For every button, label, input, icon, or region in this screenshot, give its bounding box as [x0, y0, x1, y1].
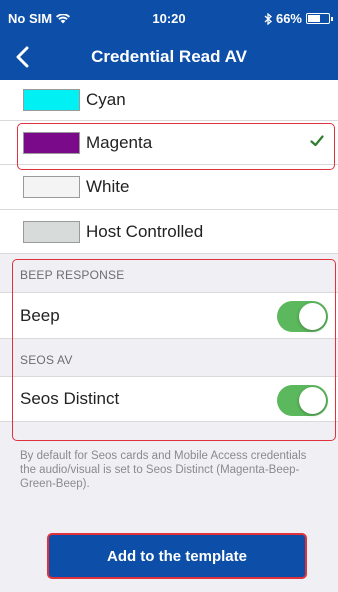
battery-level	[308, 15, 320, 22]
back-button[interactable]	[4, 38, 40, 76]
color-swatch	[23, 176, 80, 198]
toggle-knob	[299, 303, 326, 330]
toggle-knob	[299, 387, 326, 414]
color-option-host-controlled[interactable]: Host Controlled	[0, 210, 338, 254]
color-option-white[interactable]: White	[0, 165, 338, 210]
color-swatch	[23, 220, 80, 243]
color-option-list: Cyan Magenta White Host Controlled BEEP …	[0, 80, 338, 422]
section-header-seos-av: SEOS AV	[0, 339, 338, 376]
color-option-label: White	[86, 177, 130, 196]
beep-label: Beep	[20, 305, 60, 325]
section-header-beep-response: BEEP RESPONSE	[0, 254, 338, 292]
app-screen: No SIM 10:20 66% Credential Read AV Cyan…	[0, 0, 338, 592]
status-bar: No SIM 10:20 66%	[0, 0, 338, 34]
beep-row: Beep	[0, 292, 338, 339]
nav-bar: Credential Read AV	[0, 38, 338, 76]
color-swatch	[23, 89, 80, 111]
battery-icon	[306, 13, 333, 24]
color-option-label: Cyan	[86, 90, 126, 109]
checkmark-icon	[310, 135, 324, 147]
color-option-label: Magenta	[86, 132, 153, 152]
bluetooth-icon	[264, 12, 272, 25]
color-swatch	[23, 131, 80, 154]
color-option-magenta[interactable]: Magenta	[0, 121, 338, 165]
seos-distinct-row: Seos Distinct	[0, 376, 338, 422]
page-title: Credential Read AV	[91, 47, 247, 66]
chevron-left-icon	[16, 46, 28, 68]
header: No SIM 10:20 66% Credential Read AV	[0, 0, 338, 80]
battery-percent: 66%	[275, 11, 302, 26]
seos-distinct-toggle[interactable]	[277, 385, 328, 416]
beep-toggle[interactable]	[277, 301, 328, 332]
add-to-template-button[interactable]: Add to the template	[47, 533, 307, 579]
color-option-cyan[interactable]: Cyan	[0, 80, 338, 121]
color-option-label: Host Controlled	[86, 221, 204, 241]
add-to-template-label: Add to the template	[106, 547, 247, 565]
default-info-footnote: By default for Seos cards and Mobile Acc…	[20, 450, 307, 490]
status-right: 66%	[264, 11, 333, 26]
seos-distinct-label: Seos Distinct	[20, 389, 120, 408]
